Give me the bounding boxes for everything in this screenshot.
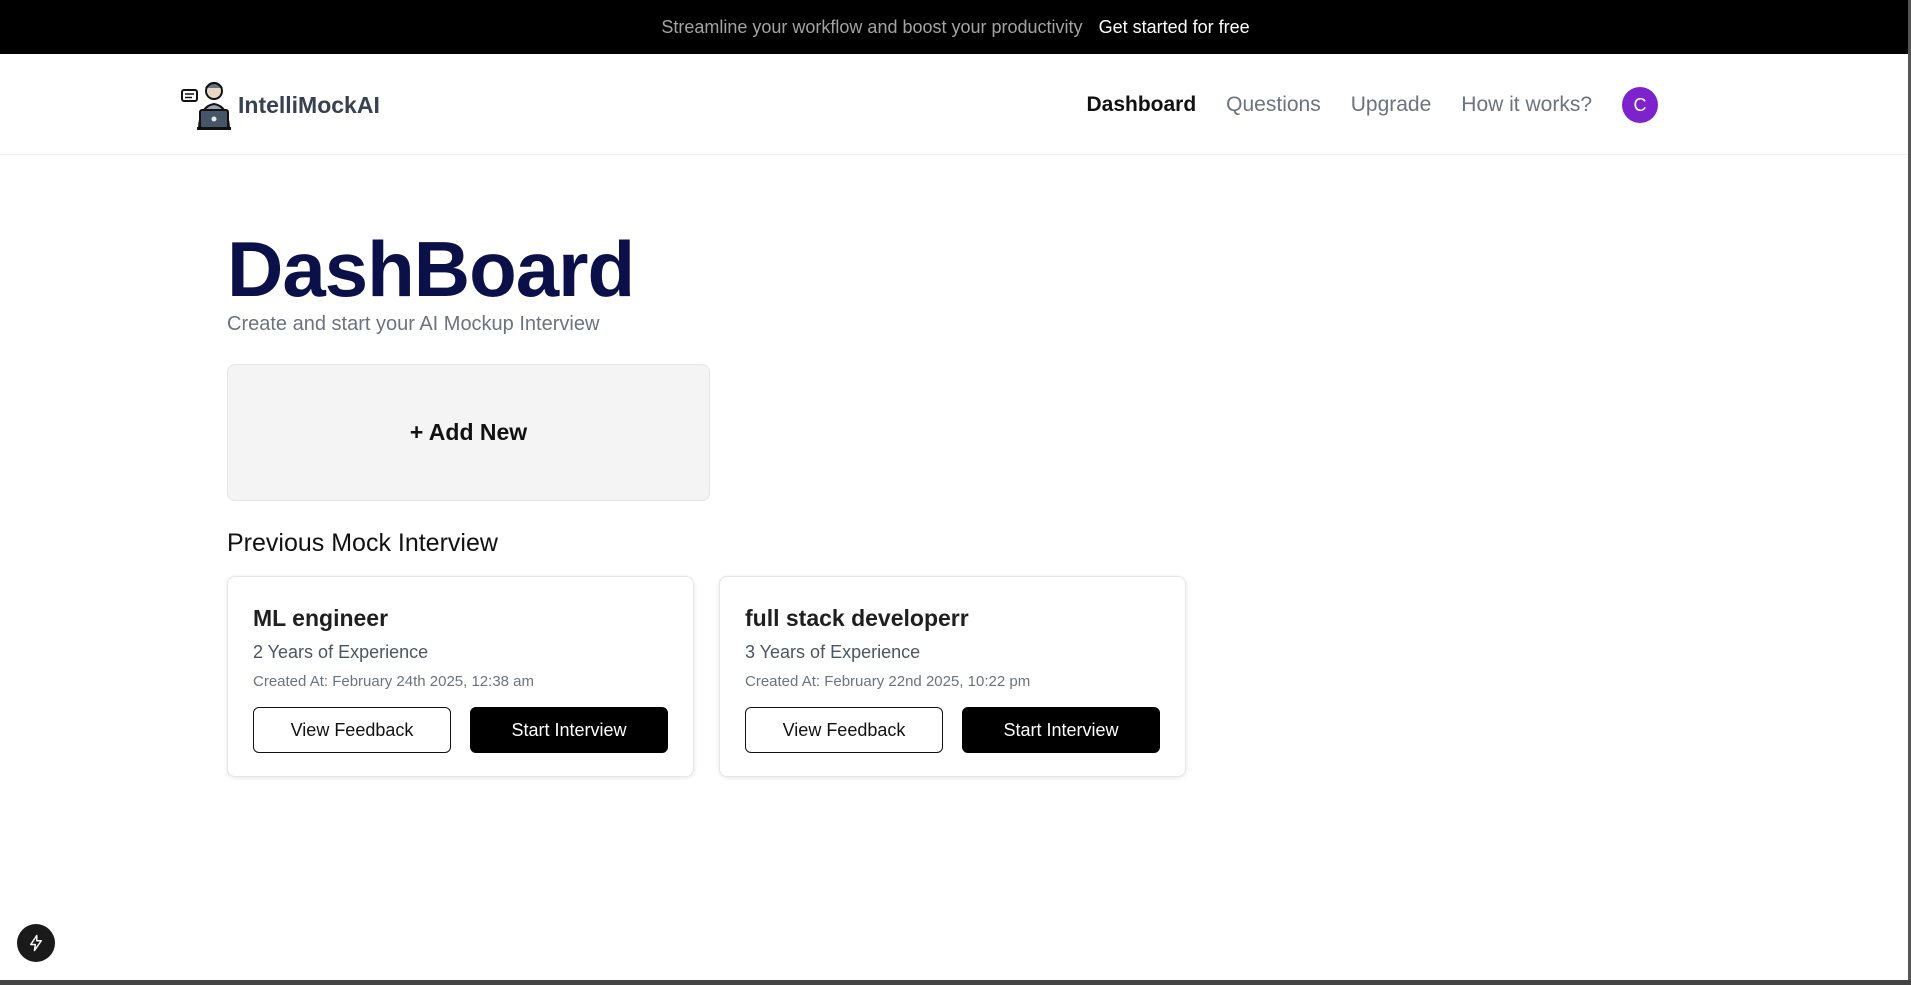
site-header: IntelliMockAI Dashboard Questions Upgrad… — [0, 54, 1911, 155]
interview-role: full stack developerr — [745, 605, 969, 631]
interview-card: ML engineer 2 Years of Experience Create… — [227, 576, 694, 777]
add-new-label: + Add New — [409, 419, 528, 445]
get-started-link[interactable]: Get started for free — [1099, 17, 1250, 38]
view-feedback-button[interactable]: View Feedback — [253, 707, 451, 753]
interview-created-at: Created At: February 24th 2025, 12:38 am — [253, 673, 535, 690]
start-interview-button[interactable]: Start Interview — [962, 707, 1160, 753]
main-nav: Dashboard Questions Upgrade How it works… — [1086, 87, 1658, 123]
dev-tools-button[interactable] — [17, 924, 55, 962]
add-new-interview-card[interactable]: + Add New — [227, 364, 710, 501]
nav-upgrade[interactable]: Upgrade — [1351, 93, 1432, 117]
interview-created-at: Created At: February 22nd 2025, 10:22 pm — [745, 673, 1031, 690]
dashboard-heading: DashBoard Create and start your AI Mocku… — [227, 225, 635, 336]
nav-dashboard[interactable]: Dashboard — [1086, 93, 1196, 117]
interviewer-laptop-icon — [181, 82, 231, 130]
logo[interactable]: IntelliMockAI — [180, 78, 380, 132]
nav-questions[interactable]: Questions — [1226, 93, 1321, 117]
interview-experience: 3 Years of Experience — [745, 642, 921, 662]
window-edge — [0, 980, 1911, 985]
brand-name: IntelliMockAI — [238, 91, 380, 118]
nav-how-it-works[interactable]: How it works? — [1461, 93, 1592, 117]
page-title: DashBoard — [227, 225, 635, 313]
banner-message: Streamline your workflow and boost your … — [661, 16, 1083, 37]
user-avatar[interactable]: C — [1622, 87, 1658, 123]
interview-role: ML engineer — [253, 605, 389, 631]
announcement-banner: Streamline your workflow and boost your … — [0, 0, 1911, 54]
page-subtitle: Create and start your AI Mockup Intervie… — [227, 313, 600, 335]
interview-card: full stack developerr 3 Years of Experie… — [719, 576, 1186, 777]
start-interview-button[interactable]: Start Interview — [470, 707, 668, 753]
interview-experience: 2 Years of Experience — [253, 642, 429, 662]
view-feedback-button[interactable]: View Feedback — [745, 707, 943, 753]
lightning-bolt-icon — [30, 934, 42, 952]
previous-interviews-title: Previous Mock Interview — [227, 529, 498, 557]
